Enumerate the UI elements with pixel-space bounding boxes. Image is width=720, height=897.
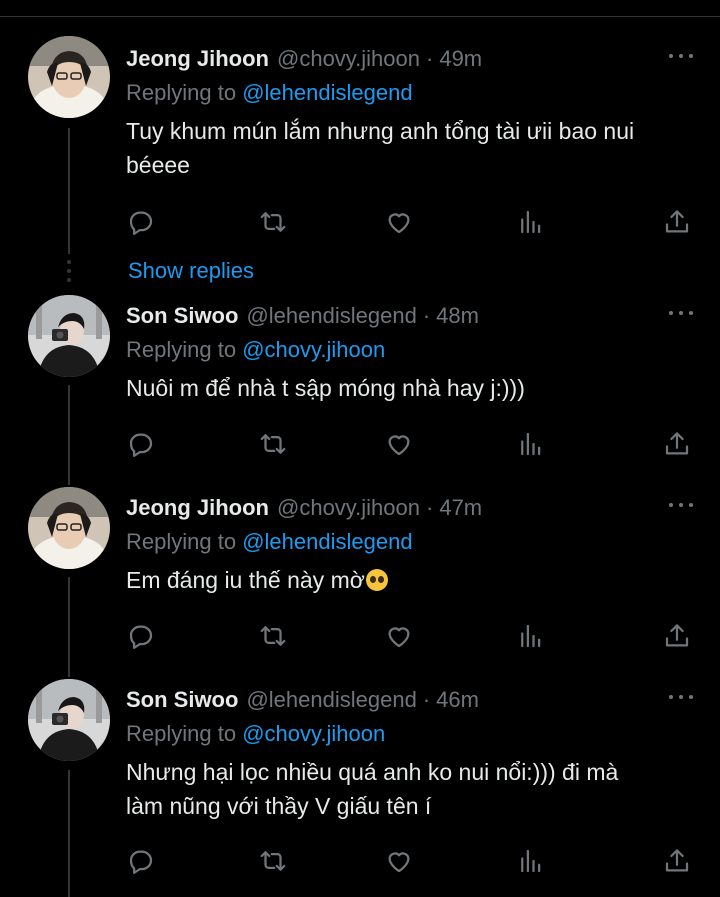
mention-link[interactable]: @lehendislegend (242, 80, 412, 105)
replying-to: Replying to @lehendislegend (126, 529, 413, 555)
username[interactable]: @lehendislegend (246, 303, 416, 329)
timestamp[interactable]: 48m (436, 303, 479, 329)
tweet-header: Son Siwoo @lehendislegend · 46m (126, 685, 479, 715)
mention-link[interactable]: @chovy.jihoon (242, 337, 385, 362)
thread-line (68, 385, 70, 485)
tweet-text-line: làm nũng với thầy V giấu tên í (126, 793, 432, 819)
thread-line (68, 577, 70, 677)
replying-prefix: Replying to (126, 721, 237, 746)
display-name[interactable]: Jeong Jihoon (126, 495, 269, 521)
thread-gap-dots (66, 260, 72, 284)
tweet-header: Jeong Jihoon @chovy.jihoon · 47m (126, 493, 482, 523)
views-icon[interactable] (516, 621, 546, 651)
replying-prefix: Replying to (126, 337, 237, 362)
timestamp[interactable]: 49m (439, 46, 482, 72)
like-icon[interactable] (384, 846, 414, 876)
tweet-text-line: Em đáng iu thế này mờ (126, 563, 706, 597)
tweet-text: Nuôi m để nhà t sập móng nhà hay j:))) (126, 371, 706, 405)
tweet-text: Em đáng iu thế này mờ (126, 563, 706, 597)
mention-link[interactable]: @lehendislegend (242, 529, 412, 554)
tweet-text: Tuy khum mún lắm nhưng anh tổng tài ưii … (126, 114, 706, 182)
avatar[interactable] (28, 295, 110, 377)
views-icon[interactable] (516, 846, 546, 876)
display-name[interactable]: Son Siwoo (126, 303, 238, 329)
tweet-header: Son Siwoo @lehendislegend · 48m (126, 301, 479, 331)
top-divider (0, 16, 720, 17)
replying-to: Replying to @chovy.jihoon (126, 337, 385, 363)
more-dots-icon[interactable] (668, 309, 694, 317)
tweet-text-line: béeee (126, 152, 190, 178)
retweet-icon[interactable] (258, 429, 288, 459)
separator-dot: · (422, 303, 431, 328)
reply-icon[interactable] (126, 207, 156, 237)
action-bar (126, 429, 696, 459)
username[interactable]: @lehendislegend (246, 687, 416, 713)
retweet-icon[interactable] (258, 846, 288, 876)
like-icon[interactable] (384, 207, 414, 237)
replying-prefix: Replying to (126, 529, 237, 554)
tweet-text: Nhưng hại lọc nhiều quá anh ko nui nổi:)… (126, 755, 706, 823)
share-icon[interactable] (662, 846, 692, 876)
mention-link[interactable]: @chovy.jihoon (242, 721, 385, 746)
reply-icon[interactable] (126, 846, 156, 876)
separator-dot: · (422, 687, 431, 712)
views-icon[interactable] (516, 207, 546, 237)
share-icon[interactable] (662, 429, 692, 459)
share-icon[interactable] (662, 621, 692, 651)
views-icon[interactable] (516, 429, 546, 459)
tweet-text-content: Em đáng iu thế này mờ (126, 567, 365, 593)
like-icon[interactable] (384, 621, 414, 651)
replying-prefix: Replying to (126, 80, 237, 105)
avatar[interactable] (28, 36, 110, 118)
action-bar (126, 621, 696, 651)
reply-icon[interactable] (126, 429, 156, 459)
tweet-text-line: Nuôi m để nhà t sập móng nhà hay j:))) (126, 375, 525, 401)
action-bar (126, 846, 696, 876)
display-name[interactable]: Jeong Jihoon (126, 46, 269, 72)
more-dots-icon[interactable] (668, 501, 694, 509)
like-icon[interactable] (384, 429, 414, 459)
show-replies-link[interactable]: Show replies (128, 258, 254, 284)
thread-view: Show replies Jeong Jihoon @chovy.jihoon … (0, 0, 720, 897)
more-dots-icon[interactable] (668, 693, 694, 701)
replying-to: Replying to @lehendislegend (126, 80, 413, 106)
username[interactable]: @chovy.jihoon (277, 495, 420, 521)
username[interactable]: @chovy.jihoon (277, 46, 420, 72)
tweet-header: Jeong Jihoon @chovy.jihoon · 49m (126, 44, 482, 74)
separator-dot: · (426, 46, 434, 71)
more-dots-icon[interactable] (668, 52, 694, 60)
thread-line (68, 770, 70, 897)
pleading-face-emoji (365, 569, 388, 591)
replying-to: Replying to @chovy.jihoon (126, 721, 385, 747)
separator-dot: · (426, 495, 434, 520)
thread-line (68, 128, 70, 254)
avatar[interactable] (28, 487, 110, 569)
share-icon[interactable] (662, 207, 692, 237)
avatar[interactable] (28, 679, 110, 761)
retweet-icon[interactable] (258, 621, 288, 651)
reply-icon[interactable] (126, 621, 156, 651)
timestamp[interactable]: 47m (439, 495, 482, 521)
retweet-icon[interactable] (258, 207, 288, 237)
tweet-text-line: Tuy khum mún lắm nhưng anh tổng tài ưii … (126, 118, 635, 144)
action-bar (126, 207, 696, 237)
tweet-text-line: Nhưng hại lọc nhiều quá anh ko nui nổi:)… (126, 759, 619, 785)
timestamp[interactable]: 46m (436, 687, 479, 713)
display-name[interactable]: Son Siwoo (126, 687, 238, 713)
